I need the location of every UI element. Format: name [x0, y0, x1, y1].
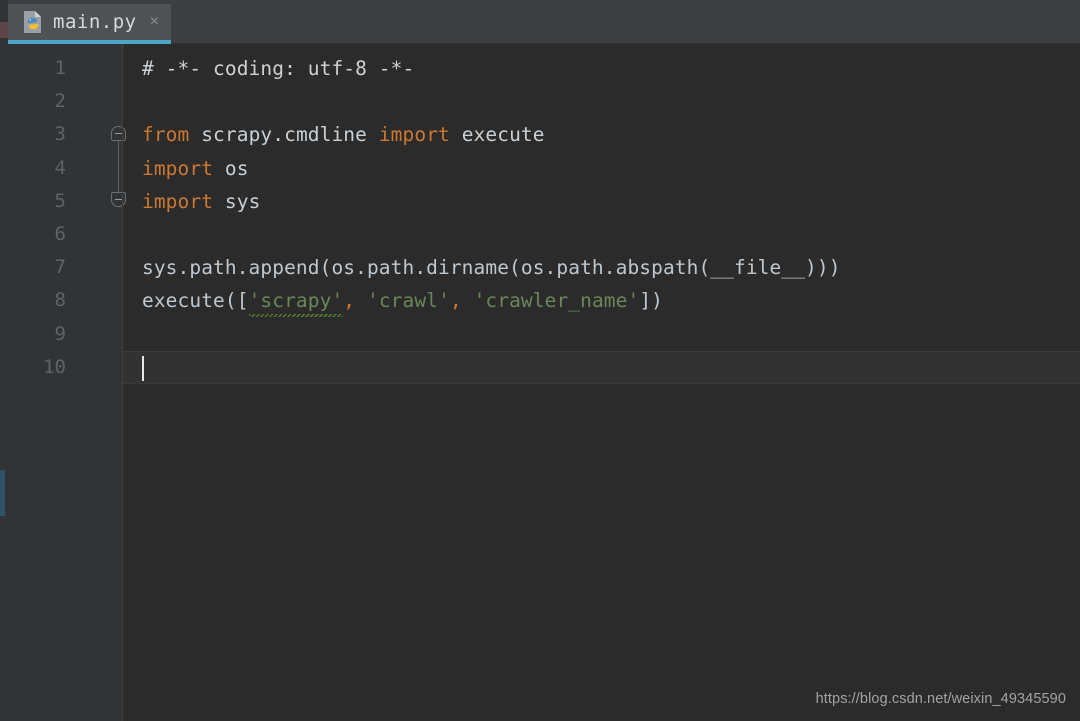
code-line[interactable]: # -*- coding: utf-8 -*-	[123, 52, 1080, 85]
window-left-edge	[0, 0, 8, 721]
code-line[interactable]: sys.path.append(os.path.dirname(os.path.…	[123, 251, 1080, 284]
code-token: sys	[224, 189, 261, 213]
code-line[interactable]: from scrapy.cmdline import execute	[123, 118, 1080, 151]
code-token: sys.path.append(os.path.dirname(os.path.…	[142, 256, 841, 280]
code-token: # -*- coding: utf-8 -*-	[142, 57, 415, 80]
code-token: scrapy.cmdline	[201, 123, 367, 147]
code-line[interactable]: execute(['scrapy', 'crawl', 'crawler_nam…	[123, 284, 1080, 317]
code-line[interactable]	[123, 318, 1080, 351]
line-number: 5	[54, 189, 66, 212]
line-number: 2	[54, 90, 66, 113]
line-number: 8	[54, 289, 66, 312]
code-editor[interactable]: 1 2 3 4 5 6 7 8 9 10 # -*- coding: utf-8 -*- from …	[8, 44, 1080, 721]
misspelled-string-token: 'scrapy'	[248, 284, 344, 317]
code-token: ,	[449, 289, 462, 313]
edge-selection-marker	[0, 470, 5, 516]
line-number: 9	[54, 322, 66, 345]
code-token: from	[142, 123, 190, 147]
fold-region-line	[118, 134, 119, 192]
line-number: 4	[54, 156, 66, 179]
code-token: ])	[639, 289, 664, 313]
text-caret	[142, 355, 144, 381]
line-number: 3	[54, 123, 66, 146]
editor-tab-bar: main.py ×	[8, 0, 1080, 44]
code-line[interactable]	[123, 350, 1080, 384]
code-token: os	[224, 156, 249, 180]
code-content[interactable]: # -*- coding: utf-8 -*- from scrapy.cmdli…	[123, 44, 1080, 721]
tab-label: main.py	[53, 11, 137, 33]
ide-window: main.py × 1 2 3 4 5 6 7 8 9 10 # -*- coding: utf-…	[0, 0, 1080, 721]
tab-main-py[interactable]: main.py ×	[8, 4, 171, 44]
code-token: 'crawl'	[366, 289, 450, 313]
code-line[interactable]: import os	[123, 152, 1080, 185]
code-token: import	[378, 123, 450, 147]
watermark-url: https://blog.csdn.net/weixin_49345590	[815, 691, 1066, 707]
line-number: 10	[43, 355, 66, 378]
edge-change-marker	[0, 22, 8, 38]
code-line[interactable]: import sys	[123, 185, 1080, 218]
code-line[interactable]	[123, 218, 1080, 251]
code-line[interactable]	[123, 85, 1080, 118]
code-token: import	[142, 189, 214, 213]
line-number: 7	[54, 256, 66, 279]
code-token: execute([	[142, 289, 249, 313]
code-token: 'crawler_name'	[473, 289, 640, 313]
close-icon[interactable]: ×	[150, 14, 159, 30]
code-token: import	[142, 156, 214, 180]
line-number-column: 1 2 3 4 5 6 7 8 9 10	[8, 44, 66, 384]
python-file-icon	[22, 10, 44, 34]
code-token: execute	[461, 123, 545, 147]
line-number: 1	[54, 57, 66, 79]
editor-gutter[interactable]: 1 2 3 4 5 6 7 8 9 10	[8, 44, 126, 721]
code-token: ,	[343, 289, 356, 313]
line-number: 6	[54, 222, 66, 245]
